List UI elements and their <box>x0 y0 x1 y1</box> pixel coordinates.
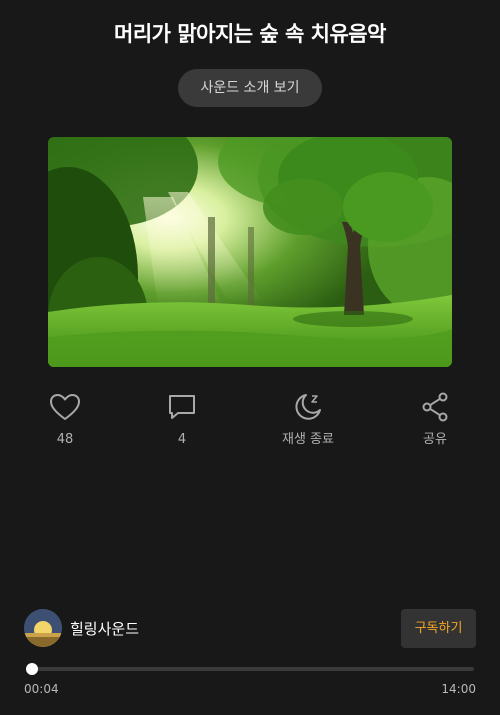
channel-name[interactable]: 힐링사운드 <box>70 618 139 639</box>
subscribe-button[interactable]: 구독하기 <box>401 609 476 648</box>
share-label: 공유 <box>423 432 447 447</box>
like-button[interactable]: 48 <box>20 390 110 448</box>
cover-image <box>48 137 452 367</box>
channel-info[interactable]: 힐링사운드 <box>24 609 139 647</box>
sleep-timer-label: 재생 종료 <box>282 432 334 447</box>
moon-icon <box>295 394 321 420</box>
heart-icon <box>50 394 80 420</box>
progress-bar[interactable] <box>30 667 474 671</box>
progress-handle[interactable] <box>26 663 39 675</box>
page-title: 머리가 맑아지는 숲 속 치유음악 <box>114 22 386 46</box>
sleep-timer-button[interactable]: 재생 종료 <box>263 390 353 448</box>
channel-avatar[interactable] <box>24 609 62 647</box>
comment-button[interactable]: 4 <box>137 390 227 448</box>
share-icon <box>422 392 448 422</box>
current-time: 00:04 <box>24 682 59 696</box>
share-button[interactable]: 공유 <box>390 390 480 448</box>
comment-count: 4 <box>177 432 187 447</box>
sound-intro-button[interactable]: 사운드 소개 보기 <box>178 69 322 107</box>
total-time: 14:00 <box>441 682 476 696</box>
like-count: 48 <box>56 432 74 447</box>
comment-icon <box>169 395 195 419</box>
